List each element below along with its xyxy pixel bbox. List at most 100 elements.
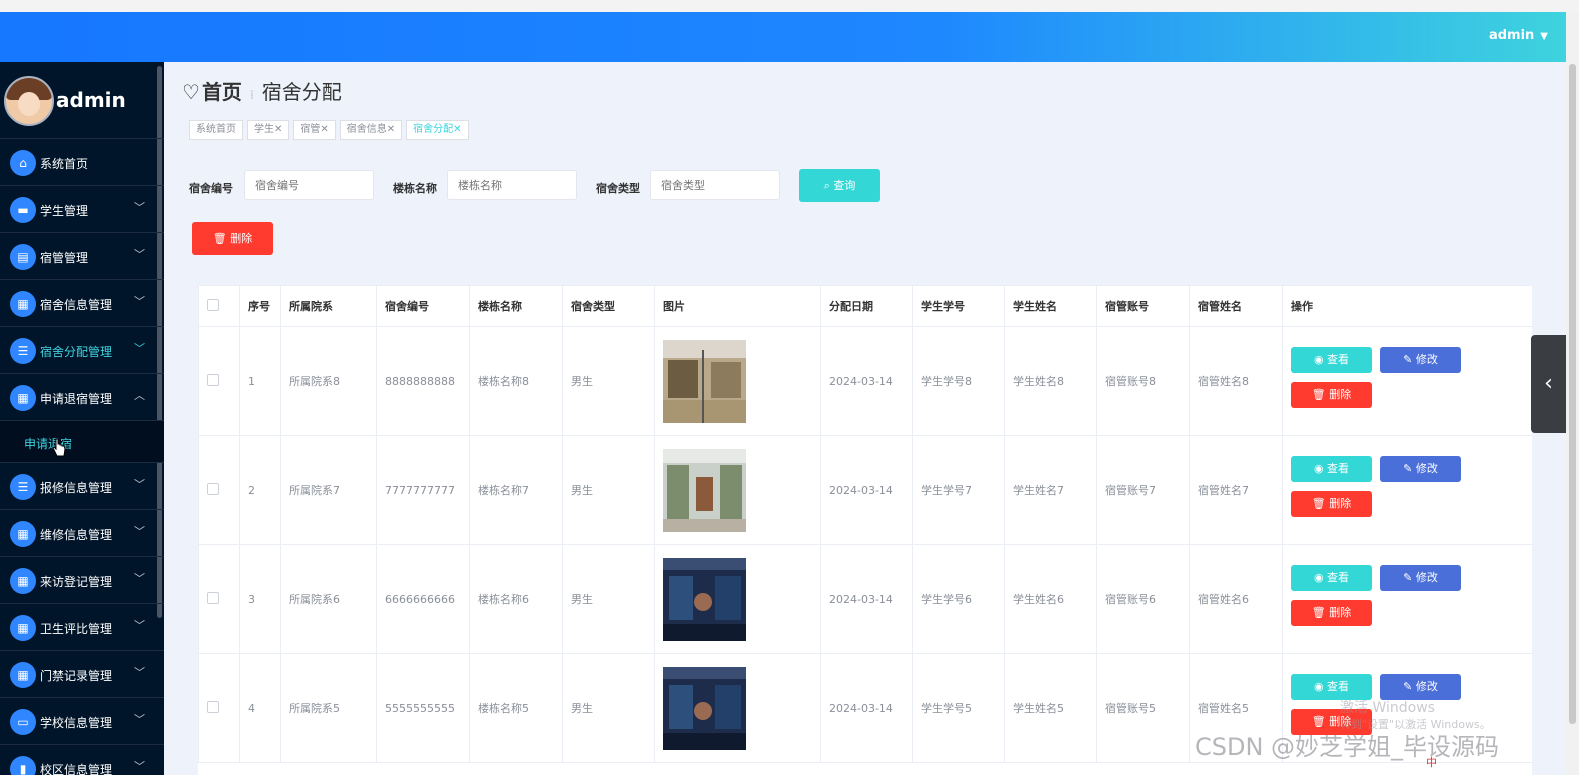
- pencil-icon: ✎: [1403, 680, 1413, 693]
- search-icon: ⌕: [823, 179, 830, 192]
- sidebar-item-label: 卫生评比管理: [40, 622, 113, 636]
- dorm-photo[interactable]: [663, 557, 746, 641]
- sidebar-subitem-checkout-apply[interactable]: 申请退宿: [0, 421, 164, 463]
- breadcrumb-separator: ⁞: [249, 88, 254, 102]
- sidebar-item-label: 学校信息管理: [40, 716, 113, 730]
- row-checkbox[interactable]: [207, 482, 219, 495]
- cell-date: 2024-03-14: [820, 653, 913, 763]
- cell-index: 3: [239, 544, 281, 654]
- row-checkbox[interactable]: [207, 591, 219, 604]
- dorm-no-label: 宿舍编号: [189, 182, 233, 195]
- sidebar-item-campus[interactable]: ▮ 校区信息管理 ﹀: [0, 745, 164, 775]
- cell-index: 1: [239, 326, 281, 436]
- sidebar-item-managers[interactable]: ▤ 宿管管理 ﹀: [0, 233, 164, 280]
- table-header-row: 序号 所属院系 宿舍编号 楼栋名称 宿舍类型 图片 分配日期 学生学号 学生姓名…: [198, 285, 1532, 327]
- sidebar-item-label: 维修信息管理: [40, 528, 113, 542]
- cell-dorm-type: 男生: [562, 544, 655, 654]
- select-all-checkbox[interactable]: [207, 298, 219, 311]
- sidebar-item-visitors[interactable]: ▦ 来访登记管理 ﹀: [0, 557, 164, 604]
- cell-manager-name: 宿管姓名8: [1189, 326, 1283, 436]
- collapse-panel-button[interactable]: ‹: [1531, 335, 1566, 433]
- cell-dorm-no: 8888888888: [376, 326, 470, 436]
- delete-button[interactable]: 🗑 删除: [1291, 491, 1372, 517]
- cell-index: 2: [239, 435, 281, 545]
- row-checkbox[interactable]: [207, 373, 219, 386]
- dorm-photo[interactable]: [663, 339, 746, 423]
- pencil-icon: ✎: [1403, 462, 1413, 475]
- cell-student-name: 学生姓名8: [1004, 326, 1097, 436]
- chevron-up-icon: ︿: [134, 389, 145, 402]
- table-row: 1 所属院系8 8888888888 楼栋名称8 男生 2024-03-14 学…: [198, 326, 1532, 436]
- edit-button[interactable]: ✎ 修改: [1380, 565, 1461, 591]
- user-menu[interactable]: admin ▼: [1489, 28, 1548, 43]
- sidebar-item-home[interactable]: ⌂ 系统首页: [0, 139, 164, 186]
- batch-delete-button[interactable]: 🗑 删除: [192, 222, 273, 255]
- edit-button[interactable]: ✎ 修改: [1380, 347, 1461, 373]
- chevron-down-icon: ﹀: [134, 525, 145, 538]
- windows-activation-title: 激活 Windows: [1340, 700, 1435, 716]
- tag-students[interactable]: 学生✕: [247, 120, 290, 140]
- view-button[interactable]: ◉ 查看: [1291, 347, 1372, 373]
- sidebar-item-checkout[interactable]: ▦ 申请退宿管理 ︿: [0, 374, 164, 421]
- edit-button[interactable]: ✎ 修改: [1380, 456, 1461, 482]
- edit-label: 修改: [1415, 353, 1438, 366]
- sidebar-item-dorm-assign[interactable]: ☰ 宿舍分配管理 ﹀: [0, 327, 164, 374]
- page-scrollbar[interactable]: [1566, 12, 1579, 775]
- building-input[interactable]: [447, 170, 577, 200]
- row-checkbox[interactable]: [207, 700, 219, 713]
- cell-manager-name: 宿管姓名6: [1189, 544, 1283, 654]
- cell-actions: ◉ 查看 ✎ 修改 🗑 删除: [1282, 435, 1532, 545]
- sidebar-item-school[interactable]: ▭ 学校信息管理 ﹀: [0, 698, 164, 745]
- sidebar-item-maintenance[interactable]: ▦ 维修信息管理 ﹀: [0, 510, 164, 557]
- tag-home[interactable]: 系统首页: [189, 120, 243, 140]
- sidebar-item-students[interactable]: ▬ 学生管理 ﹀: [0, 186, 164, 233]
- column-header: 宿管账号: [1096, 285, 1190, 327]
- cell-photo: [654, 544, 821, 654]
- apps-icon: ▦: [10, 385, 36, 411]
- column-header: 所属院系: [280, 285, 377, 327]
- trash-icon: 🗑: [1311, 606, 1326, 619]
- chevron-down-icon: ﹀: [134, 478, 145, 491]
- header-select[interactable]: [198, 285, 240, 327]
- tag-dorm-assign[interactable]: 宿舍分配✕: [406, 120, 469, 140]
- query-button[interactable]: ⌕ 查询: [799, 169, 880, 202]
- dorm-photo[interactable]: [663, 666, 746, 750]
- chevron-down-icon: ﹀: [134, 201, 145, 214]
- sidebar-item-repair-report[interactable]: ☰ 报修信息管理 ﹀: [0, 463, 164, 510]
- cell-building: 楼栋名称6: [469, 544, 563, 654]
- person-icon: ▬: [10, 197, 36, 223]
- view-button[interactable]: ◉ 查看: [1291, 565, 1372, 591]
- cell-student-name: 学生姓名7: [1004, 435, 1097, 545]
- delete-label: 删除: [1329, 497, 1352, 510]
- view-button[interactable]: ◉ 查看: [1291, 456, 1372, 482]
- edit-label: 修改: [1415, 571, 1438, 584]
- cell-department: 所属院系6: [280, 544, 377, 654]
- column-header: 序号: [239, 285, 281, 327]
- trash-icon: 🗑: [1311, 388, 1326, 401]
- profile-name: admin: [56, 88, 126, 112]
- tag-dorm-info[interactable]: 宿舍信息✕: [339, 120, 403, 140]
- cell-actions: ◉ 查看 ✎ 修改 🗑 删除: [1282, 326, 1532, 436]
- sidebar-item-hygiene[interactable]: ▦ 卫生评比管理 ﹀: [0, 604, 164, 651]
- ime-tray[interactable]: 中: [1426, 754, 1566, 770]
- cell-manager-account: 宿管账号6: [1096, 544, 1190, 654]
- scrollbar-thumb[interactable]: [1569, 64, 1576, 724]
- dorm-photo[interactable]: [663, 448, 746, 532]
- delete-button[interactable]: 🗑 删除: [1291, 382, 1372, 408]
- cell-dorm-no: 6666666666: [376, 544, 470, 654]
- chevron-down-icon: ﹀: [134, 295, 145, 308]
- dorm-no-input[interactable]: [244, 170, 374, 200]
- tag-managers[interactable]: 宿管✕: [293, 120, 336, 140]
- cell-dorm-type: 男生: [562, 435, 655, 545]
- delete-button[interactable]: 🗑 删除: [1291, 600, 1372, 626]
- sidebar-item-label: 宿管管理: [40, 251, 89, 265]
- sidebar-item-access[interactable]: ▦ 门禁记录管理 ﹀: [0, 651, 164, 698]
- cell-building: 楼栋名称8: [469, 326, 563, 436]
- sidebar-item-label: 来访登记管理: [40, 575, 113, 589]
- trash-icon: 🗑: [1311, 497, 1326, 510]
- type-input[interactable]: [650, 170, 780, 200]
- table-row: 3 所属院系6 6666666666 楼栋名称6 男生 2024-03-14 学…: [198, 544, 1532, 654]
- sidebar-item-dorm-info[interactable]: ▦ 宿舍信息管理 ﹀: [0, 280, 164, 327]
- breadcrumb-home[interactable]: 首页: [202, 80, 242, 104]
- cell-actions: ◉ 查看 ✎ 修改 🗑 删除: [1282, 544, 1532, 654]
